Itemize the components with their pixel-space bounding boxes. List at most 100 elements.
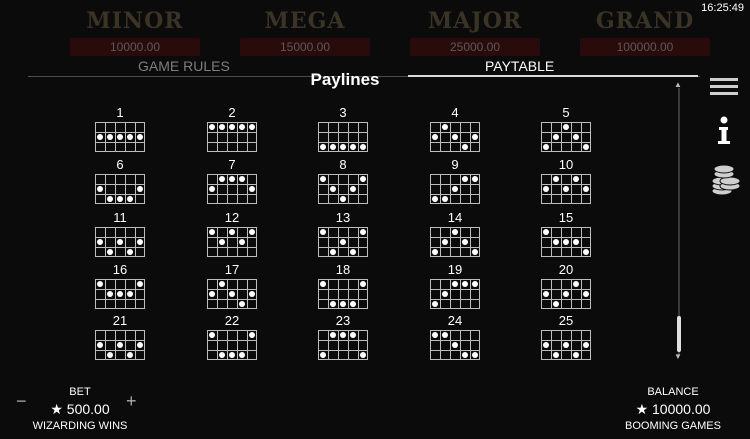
payline-number: 9: [451, 157, 459, 172]
payline-dot: [452, 342, 458, 348]
coins-icon[interactable]: [710, 164, 741, 198]
payline-dot: [442, 239, 448, 245]
payline-pattern: [207, 174, 257, 204]
grid-line: [571, 175, 572, 203]
grid-line: [208, 237, 256, 238]
payline-dot: [553, 134, 559, 140]
grid-line: [115, 331, 116, 359]
payline-pattern: [95, 330, 145, 360]
grid-line: [125, 280, 126, 308]
grid-line: [470, 175, 471, 203]
grid-line: [96, 142, 144, 143]
jackpot-value: 15000.00: [279, 40, 331, 54]
payline-dot: [330, 249, 336, 255]
grid-line: [551, 123, 552, 151]
grid-line: [571, 280, 572, 308]
grid-line: [227, 331, 228, 359]
payline-dot: [249, 332, 255, 338]
info-icon[interactable]: [710, 116, 740, 146]
grid-line: [431, 350, 479, 351]
bet-increase-button[interactable]: +: [126, 391, 137, 412]
grid-line: [581, 123, 582, 151]
payline-dot: [117, 196, 123, 202]
grid-line: [431, 340, 479, 341]
grid-line: [431, 142, 479, 143]
payline-dot: [219, 239, 225, 245]
payline-dot: [320, 229, 326, 235]
payline-number: 7: [228, 157, 236, 172]
grid-line: [96, 194, 144, 195]
payline-dot: [249, 124, 255, 130]
payline-dot: [229, 352, 235, 358]
payline-dot: [97, 186, 103, 192]
grid-line: [96, 132, 144, 133]
grid-line: [227, 175, 228, 203]
payline-number: 25: [558, 313, 574, 328]
paylines-title: Paylines: [310, 70, 380, 89]
payline-dot: [127, 291, 133, 297]
payline-dot: [442, 332, 448, 338]
grid-line: [431, 299, 479, 300]
payline-dot: [107, 291, 113, 297]
payline-dot: [452, 229, 458, 235]
grid-line: [348, 175, 349, 203]
payline-dot: [462, 352, 468, 358]
payline-dot: [97, 134, 103, 140]
jackpot-value: 100000.00: [616, 40, 674, 54]
bet-label: BET: [69, 386, 91, 398]
payline-dot: [350, 301, 356, 307]
jackpot-name: MEGA: [264, 8, 346, 34]
grid-line: [440, 175, 441, 203]
payline-dot: [117, 134, 123, 140]
grid-line: [551, 228, 552, 256]
grid-line: [217, 331, 218, 359]
payline-pattern: [430, 174, 480, 204]
grid-line: [470, 331, 471, 359]
grid-line: [208, 340, 256, 341]
payline-dot: [563, 342, 569, 348]
grid-line: [561, 280, 562, 308]
payline-dot: [350, 186, 356, 192]
payline-number: 10: [558, 157, 574, 172]
payline-dot: [320, 176, 326, 182]
grid-line: [237, 175, 238, 203]
grid-line: [358, 331, 359, 359]
grid-line: [115, 175, 116, 203]
grid-line: [135, 228, 136, 256]
payline-dot: [452, 134, 458, 140]
payline-dot: [209, 332, 215, 338]
payline-dot: [573, 352, 579, 358]
payline-number: 2: [228, 105, 236, 120]
bet-decrease-button[interactable]: −: [16, 391, 27, 412]
payline-dot: [432, 134, 438, 140]
balance-label: BALANCE: [647, 386, 699, 398]
grid-line: [319, 184, 367, 185]
payline-dot: [553, 176, 559, 182]
payline-dot: [137, 134, 143, 140]
payline-pattern: [430, 122, 480, 152]
payline-dot: [452, 281, 458, 287]
grid-line: [247, 228, 248, 256]
menu-icon[interactable]: [710, 76, 740, 98]
payline-dot: [219, 124, 225, 130]
payline-pattern: [541, 279, 591, 309]
payline-pattern: [207, 279, 257, 309]
payline-number: 13: [335, 210, 351, 225]
payline-pattern: [318, 279, 368, 309]
grid-line: [208, 247, 256, 248]
grid-line: [440, 123, 441, 151]
payline-dot: [330, 186, 336, 192]
grid-line: [460, 175, 461, 203]
grid-line: [237, 228, 238, 256]
grid-line: [217, 280, 218, 308]
grid-line: [450, 331, 451, 359]
scroll-down-icon[interactable]: ▼: [674, 352, 682, 361]
grid-line: [125, 123, 126, 151]
payline-dot: [462, 281, 468, 287]
grid-line: [542, 299, 590, 300]
grid-line: [135, 175, 136, 203]
payline-dot: [553, 352, 559, 358]
grid-line: [319, 299, 367, 300]
grid-line: [115, 123, 116, 151]
scrollbar-thumb[interactable]: [677, 316, 681, 352]
